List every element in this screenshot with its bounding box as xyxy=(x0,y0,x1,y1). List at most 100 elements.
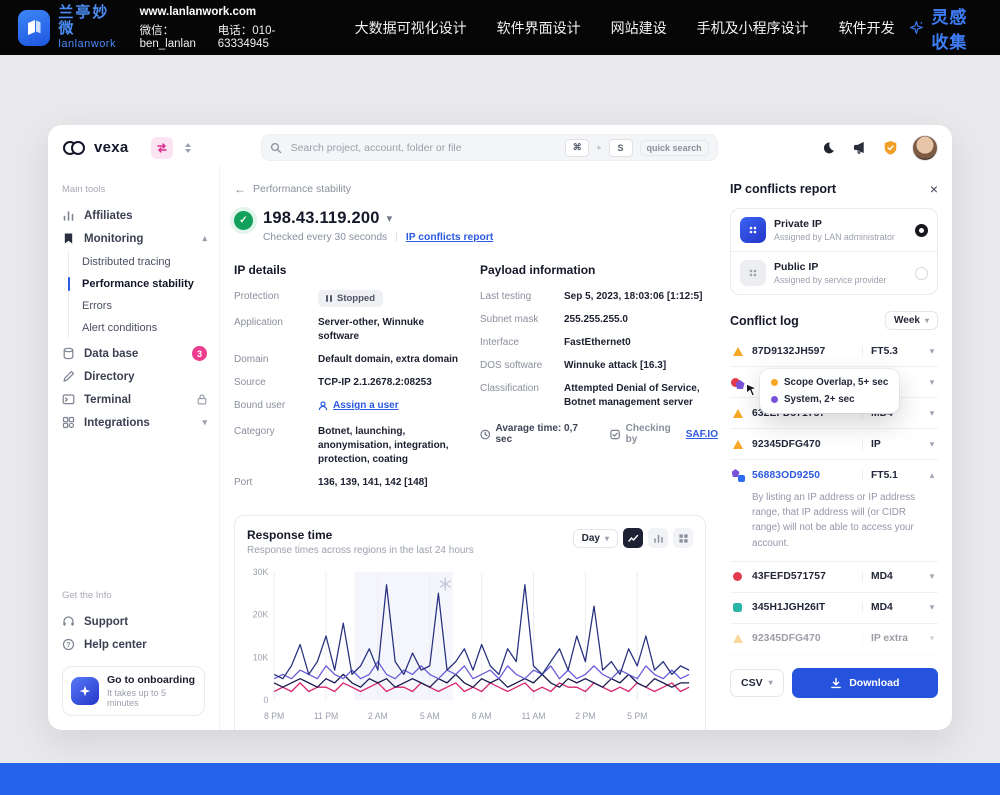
ip-header: ✓ 198.43.119.200 ▾ Checked every 30 seco… xyxy=(234,209,720,243)
payload-row-subnet: Subnet mask 255.255.255.0 xyxy=(480,313,718,327)
detail-row-category: Category Botnet, launching, anonymisatio… xyxy=(234,425,462,467)
lanlanwork-logo[interactable]: 兰亭妙微 lanlanwork xyxy=(18,5,120,50)
chevron-down-icon[interactable]: ▾ xyxy=(926,633,938,644)
sidebar-item-affiliates[interactable]: Affiliates xyxy=(62,204,219,227)
chart-type-line-toggle[interactable] xyxy=(623,528,643,548)
private-ip-icon xyxy=(740,217,766,243)
radio-unselected[interactable] xyxy=(915,267,928,280)
conflict-row[interactable]: 92345DFG470 IP ▾ xyxy=(730,429,938,460)
conflict-log-title: Conflict log xyxy=(730,314,799,328)
svg-text:8 PM: 8 PM xyxy=(264,711,284,721)
sidebar-subitem-alert-conditions[interactable]: Alert conditions xyxy=(82,317,219,339)
chart-type-bar-toggle[interactable] xyxy=(648,528,668,548)
chevron-up-icon[interactable]: ▴ xyxy=(926,470,938,481)
cmd-keycap: ⌘ xyxy=(565,139,589,157)
conflict-row[interactable]: 56883OD9250 FT5.1 ▴ xyxy=(730,460,938,490)
inspiration-collect-button[interactable]: 灵感收集 xyxy=(909,3,982,53)
log-period-select[interactable]: Week▾ xyxy=(885,311,938,330)
sidebar-item-terminal[interactable]: Terminal xyxy=(62,388,219,411)
warning-icon xyxy=(730,440,745,449)
sidebar-subitem-distributed-tracing[interactable]: Distributed tracing xyxy=(82,251,219,273)
nav-item-mobile[interactable]: 手机及小程序设计 xyxy=(697,18,809,38)
sidebar-item-database[interactable]: Data base 3 xyxy=(62,342,219,365)
chevron-down-icon[interactable]: ▾ xyxy=(926,571,938,582)
saf-io-link[interactable]: SAF.IO xyxy=(686,429,718,440)
sidebar-section-main-tools: Main tools xyxy=(62,184,219,195)
line-chart-icon xyxy=(628,533,639,544)
security-status-button[interactable] xyxy=(881,139,899,157)
sparkle-icon xyxy=(909,17,924,38)
sidebar-subitem-errors[interactable]: Errors xyxy=(82,295,219,317)
chevron-down-icon[interactable]: ▾ xyxy=(926,439,938,450)
conflict-row[interactable]: 345H1JGH26IT MD4 ▾ xyxy=(730,593,938,624)
chevron-up-icon[interactable]: ▴ xyxy=(202,233,207,244)
user-avatar[interactable] xyxy=(912,135,938,161)
workspace-switcher-button[interactable] xyxy=(151,137,173,159)
sidebar-subitem-performance-stability[interactable]: Performance stability xyxy=(82,273,219,295)
download-button[interactable]: Download xyxy=(792,668,938,698)
global-search[interactable]: ⌘ + S quick search xyxy=(261,134,718,161)
payload-section: Payload information Last testing Sep 5, … xyxy=(480,263,718,499)
chevron-down-icon[interactable]: ▾ xyxy=(926,602,938,613)
period-select[interactable]: Day▾ xyxy=(573,529,618,548)
sidebar-section-get-info: Get the Info xyxy=(62,590,219,601)
vexa-logo[interactable]: vexa xyxy=(62,139,129,156)
chart-type-grid-toggle[interactable] xyxy=(673,528,693,548)
workspace-sort-arrows[interactable] xyxy=(185,143,191,153)
sidebar-item-label: Data base xyxy=(84,348,183,360)
svg-text:2 PM: 2 PM xyxy=(575,711,595,721)
csv-export-button[interactable]: CSV▾ xyxy=(730,669,784,697)
announcements-button[interactable] xyxy=(850,139,868,157)
conflict-row-muted[interactable]: 92345DFG470 IP extra ▾ xyxy=(730,624,938,655)
sidebar-item-integrations[interactable]: Integrations ▾ xyxy=(62,411,219,434)
conflict-row[interactable]: 87D9132JH597 FT5.3 ▾ xyxy=(730,336,938,367)
detail-row-bound-user: Bound user Assign a user xyxy=(234,399,462,416)
detail-label: Application xyxy=(234,316,318,344)
nav-item-website[interactable]: 网站建设 xyxy=(611,18,667,38)
moon-icon xyxy=(821,141,835,155)
assign-user-link[interactable]: Assign a user xyxy=(318,399,399,413)
sidebar-item-help-center[interactable]: ? Help center xyxy=(62,633,219,656)
chevron-down-icon: ▾ xyxy=(605,534,609,543)
detail-label: Port xyxy=(234,476,318,490)
chevron-down-icon[interactable]: ▾ xyxy=(926,346,938,357)
ip-details-section: IP details Protection Stopped Applicatio… xyxy=(234,263,462,499)
ip-details-title: IP details xyxy=(234,263,462,277)
sidebar-item-directory[interactable]: Directory xyxy=(62,365,219,388)
nav-item-software-ui[interactable]: 软件界面设计 xyxy=(497,18,581,38)
chevron-down-icon[interactable]: ▾ xyxy=(926,377,938,388)
conflict-row[interactable]: 43FEFD571757 MD4 ▾ xyxy=(730,562,938,593)
search-input[interactable] xyxy=(289,141,559,155)
option-private-ip[interactable]: Private IP Assigned by LAN administrator xyxy=(731,209,937,251)
chevron-down-icon[interactable]: ▾ xyxy=(387,212,393,225)
chart-title: Response time xyxy=(247,528,474,542)
detail-value: Sep 5, 2023, 18:03:06 [1:12:5] xyxy=(564,290,718,304)
chevron-down-icon[interactable]: ▾ xyxy=(926,408,938,419)
nav-item-dev[interactable]: 软件开发 xyxy=(839,18,895,38)
dark-mode-toggle[interactable] xyxy=(819,139,837,157)
chevron-down-icon[interactable]: ▾ xyxy=(202,417,207,428)
detail-value: Server-other, Winnuke software xyxy=(318,316,462,344)
response-time-chart[interactable]: 8 PM11 PM2 AM5 AM8 AM11 AM2 PM5 PM010K20… xyxy=(247,562,693,730)
onboarding-card[interactable]: Go to onboarding It takes up to 5 minute… xyxy=(62,666,205,716)
conflict-type: IP xyxy=(862,439,919,450)
nav-item-bigdata[interactable]: 大数据可视化设计 xyxy=(355,18,467,38)
logo-subtitle: lanlanwork xyxy=(58,38,119,50)
svg-text:10K: 10K xyxy=(253,653,269,663)
close-icon[interactable]: × xyxy=(930,182,938,196)
option-public-ip[interactable]: Public IP Assigned by service provider xyxy=(731,251,937,294)
sidebar-item-monitoring[interactable]: Monitoring ▴ xyxy=(62,227,219,250)
conflict-id: 43FEFD571757 xyxy=(752,571,855,582)
monitoring-sub-list: Distributed tracing Performance stabilit… xyxy=(68,251,219,339)
ip-conflicts-report-link[interactable]: IP conflicts report xyxy=(406,232,493,243)
sidebar-item-support[interactable]: Support xyxy=(62,610,219,633)
collect-label: 灵感收集 xyxy=(931,3,982,53)
detail-label: DOS software xyxy=(480,359,564,373)
detail-label: Category xyxy=(234,425,318,467)
back-arrow-icon[interactable]: ← xyxy=(234,182,246,196)
plus-separator: + xyxy=(596,143,601,153)
detail-label: Protection xyxy=(234,290,318,307)
radio-selected[interactable] xyxy=(915,224,928,237)
website-text[interactable]: www.lanlanwork.com xyxy=(140,6,295,18)
onboarding-icon xyxy=(71,677,99,705)
